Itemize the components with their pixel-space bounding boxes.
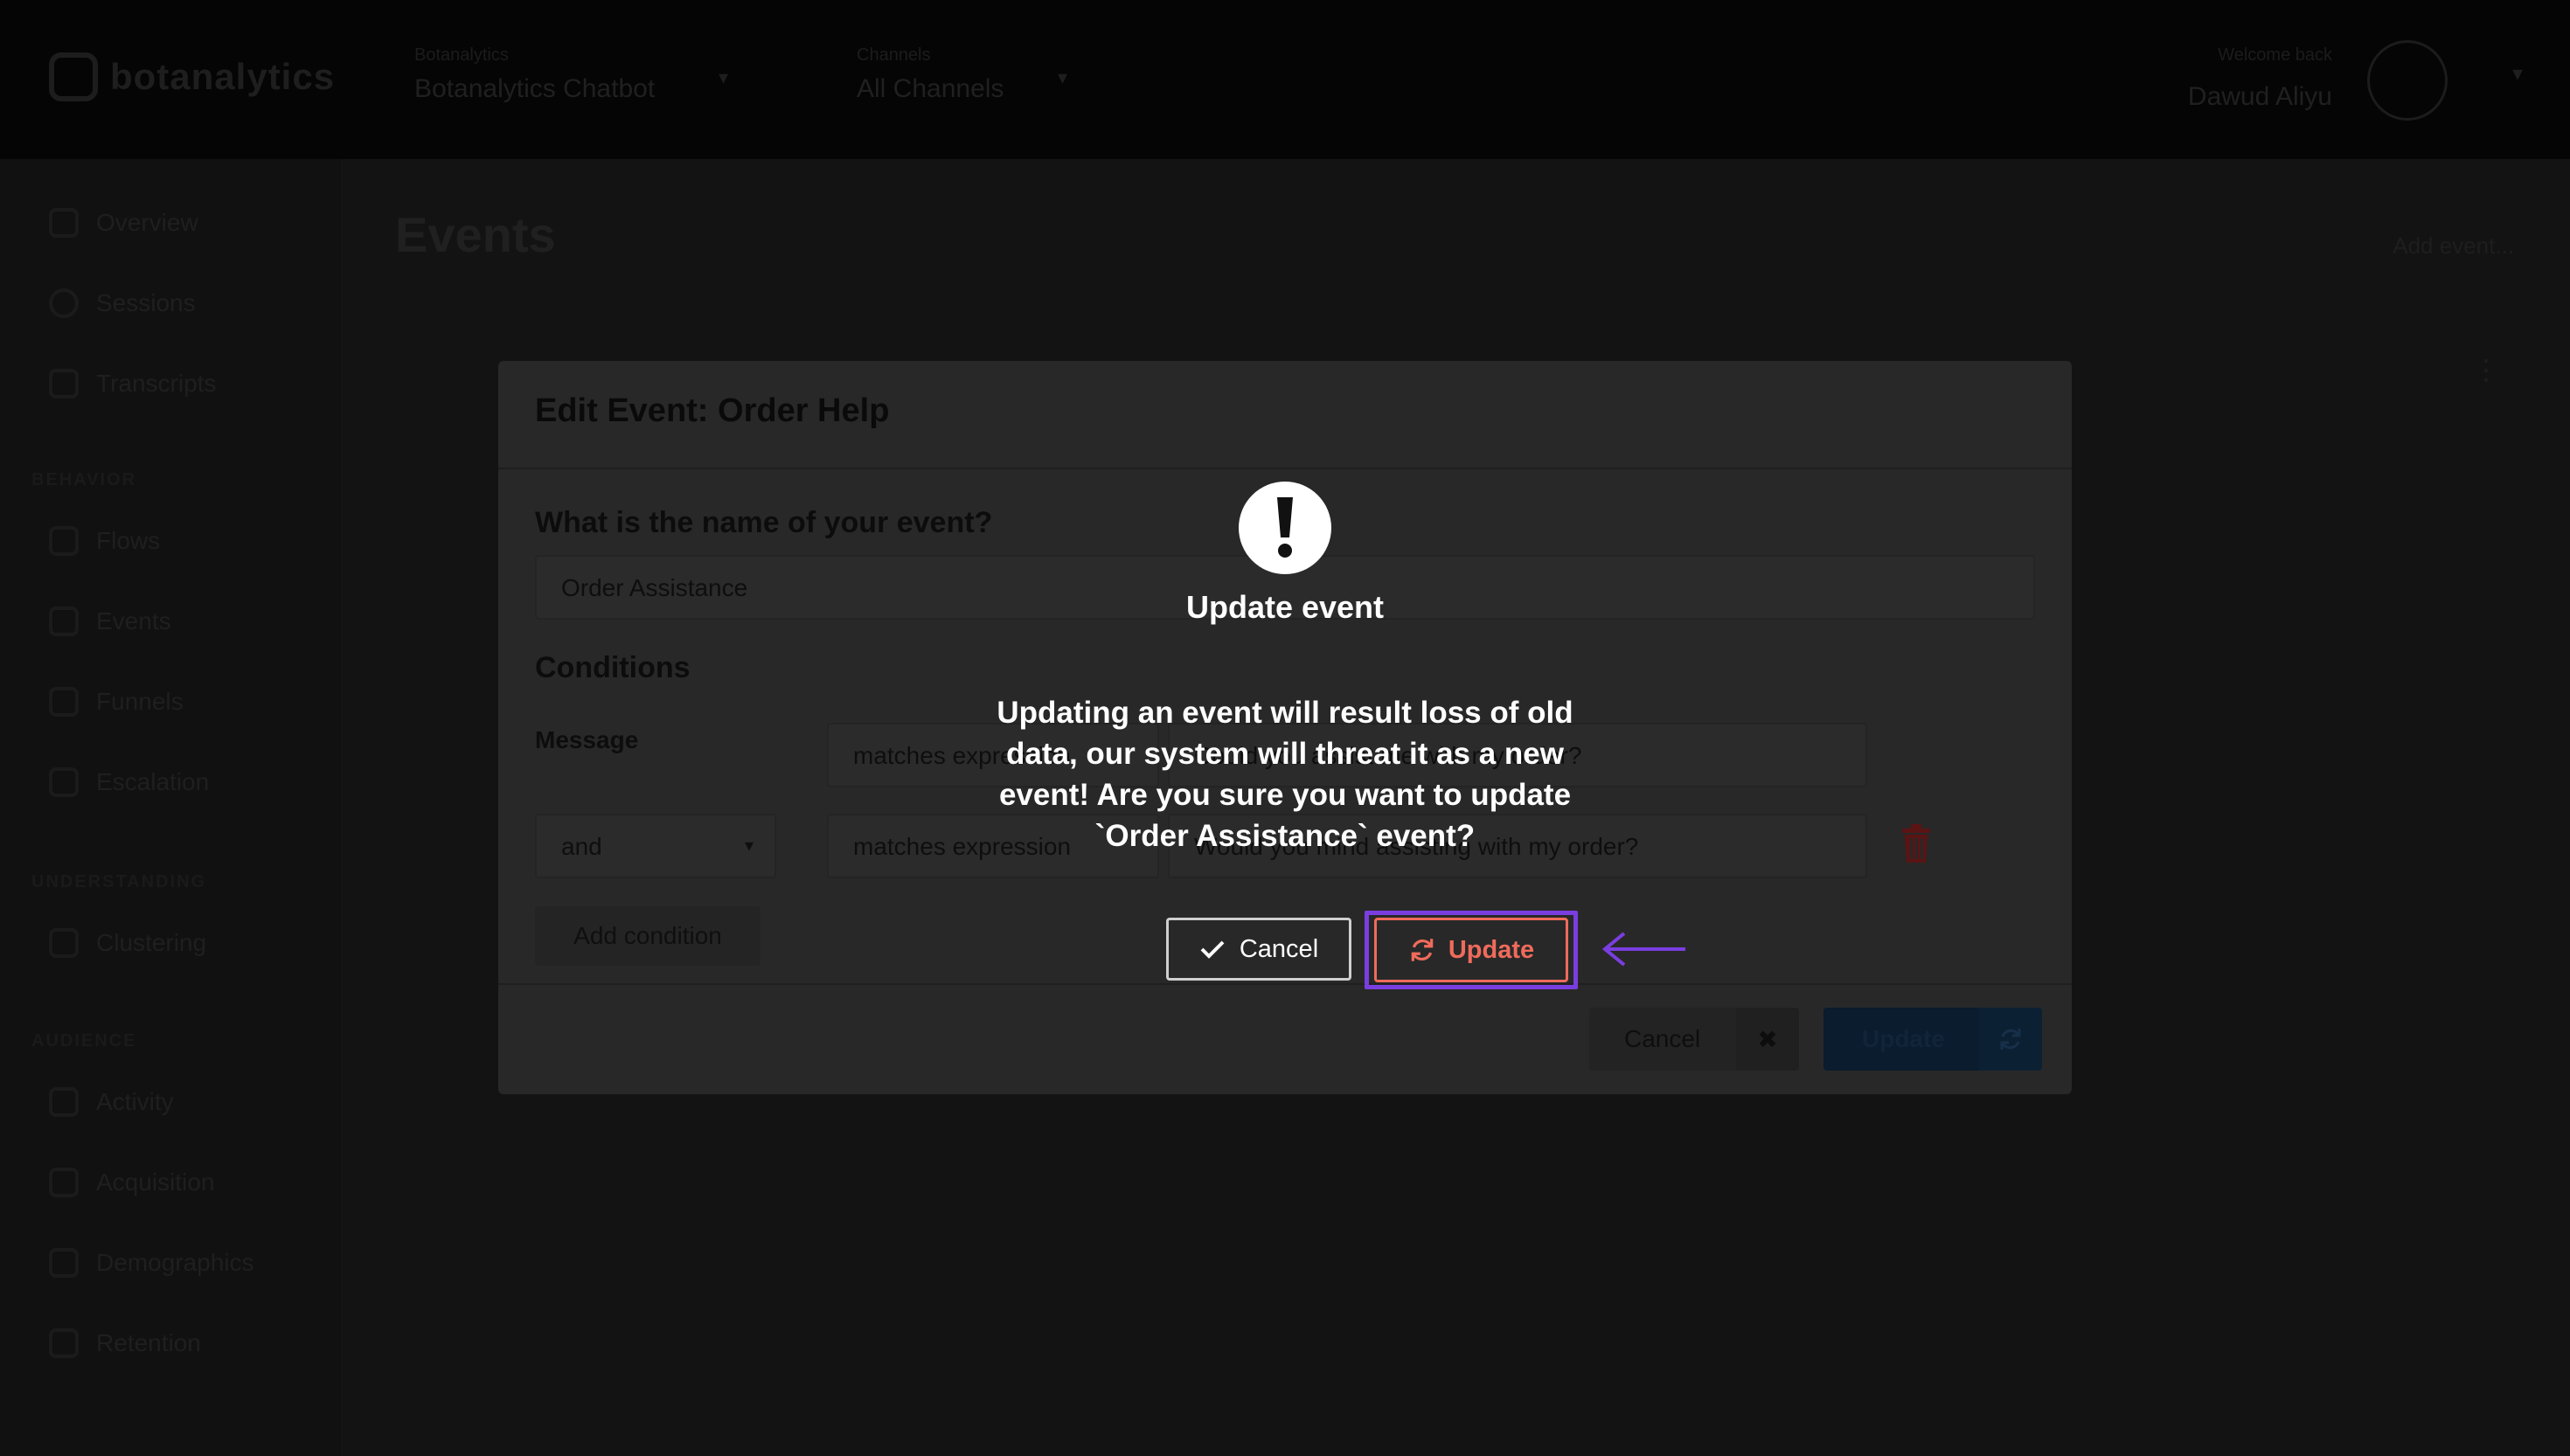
trash-icon[interactable] xyxy=(1900,824,1932,863)
sidebar-item-label: Transcripts xyxy=(96,370,217,397)
condition-connector-select[interactable]: and ▾ xyxy=(535,814,776,878)
channel-selector-value: All Channels xyxy=(857,74,1004,103)
sidebar-item-label: Sessions xyxy=(96,289,196,316)
sidebar-item-acquisition[interactable]: Acquisition xyxy=(49,1168,214,1197)
chevron-down-icon: ▾ xyxy=(744,836,754,856)
sidebar: Overview Sessions Transcripts BEHAVIOR F… xyxy=(0,159,343,1456)
bot-selector-value: Botanalytics Chatbot xyxy=(414,74,656,103)
edit-modal-footer-divider xyxy=(498,983,2072,985)
sidebar-section-behavior: BEHAVIOR xyxy=(31,470,137,489)
sidebar-item-label: Retention xyxy=(96,1329,201,1356)
dashboard-icon xyxy=(49,208,79,238)
sidebar-item-label: Escalation xyxy=(96,768,210,795)
sidebar-item-retention[interactable]: Retention xyxy=(49,1328,201,1358)
page-title: Events xyxy=(395,207,556,262)
exclamation-icon xyxy=(1239,482,1331,574)
sidebar-item-label: Overview xyxy=(96,209,198,236)
acquisition-icon xyxy=(49,1168,79,1197)
sidebar-section-audience: AUDIENCE xyxy=(31,1031,137,1050)
top-bar: botanalytics Botanalytics Botanalytics C… xyxy=(0,0,2570,159)
retention-icon xyxy=(49,1328,79,1358)
checkmark-icon xyxy=(1200,940,1225,959)
confirm-cancel-button[interactable]: Cancel xyxy=(1166,918,1351,981)
sidebar-item-label: Clustering xyxy=(96,929,207,956)
logo-text: botanalytics xyxy=(110,56,336,97)
clock-icon xyxy=(49,288,79,318)
chevron-down-icon[interactable]: ▾ xyxy=(1058,66,1067,89)
confirm-dialog-title: Update event xyxy=(1185,589,1385,625)
cluster-icon xyxy=(49,928,79,958)
chevron-down-icon[interactable]: ▾ xyxy=(2512,61,2523,87)
demographics-icon xyxy=(49,1248,79,1278)
sidebar-item-clustering[interactable]: Clustering xyxy=(49,928,206,958)
confirm-cancel-label: Cancel xyxy=(1239,934,1319,963)
logo[interactable]: botanalytics xyxy=(49,52,335,101)
confirm-update-label: Update xyxy=(1448,935,1535,964)
edit-modal-title: Edit Event: Order Help xyxy=(535,392,890,429)
modal-cancel-button[interactable]: Cancel ✖ xyxy=(1589,1008,1799,1071)
channel-selector-label: Channels xyxy=(857,45,931,65)
sidebar-item-label: Funnels xyxy=(96,688,184,715)
sidebar-item-label: Demographics xyxy=(96,1249,254,1276)
user-greeting: Welcome back xyxy=(2218,45,2332,65)
sidebar-item-demographics[interactable]: Demographics xyxy=(49,1248,254,1278)
edit-modal-header: Edit Event: Order Help xyxy=(498,361,2072,469)
avatar[interactable] xyxy=(2367,40,2448,121)
sidebar-item-overview[interactable]: Overview xyxy=(49,208,198,238)
channel-selector[interactable]: Channels All Channels xyxy=(857,45,1004,104)
sidebar-item-flows[interactable]: Flows xyxy=(49,526,160,556)
chat-icon xyxy=(49,369,79,399)
condition-subject-label: Message xyxy=(535,726,639,753)
close-icon: ✖ xyxy=(1736,1008,1799,1071)
add-condition-button[interactable]: Add condition xyxy=(535,906,761,966)
sidebar-item-events[interactable]: Events xyxy=(49,607,171,636)
sidebar-item-activity[interactable]: Activity xyxy=(49,1087,174,1117)
activity-icon xyxy=(49,1087,79,1117)
modal-cancel-label: Cancel xyxy=(1624,1025,1701,1052)
condition-connector-value: and xyxy=(561,833,602,860)
sidebar-item-label: Flows xyxy=(96,527,161,554)
more-options-icon[interactable]: ⋮ xyxy=(2472,353,2500,386)
sidebar-section-understanding: UNDERSTANDING xyxy=(31,872,207,891)
sidebar-item-sessions[interactable]: Sessions xyxy=(49,288,196,318)
bot-selector-label: Botanalytics xyxy=(414,45,509,65)
refresh-icon xyxy=(1411,939,1434,961)
sidebar-item-label: Activity xyxy=(96,1088,174,1115)
sidebar-item-transcripts[interactable]: Transcripts xyxy=(49,369,216,399)
add-event-button[interactable]: Add event... xyxy=(2393,232,2514,260)
event-name-label: What is the name of your event? xyxy=(535,506,993,539)
sidebar-item-funnels[interactable]: Funnels xyxy=(49,687,184,717)
chevron-down-icon[interactable]: ▾ xyxy=(719,66,728,89)
modal-update-button[interactable]: Update xyxy=(1823,1008,2042,1071)
sidebar-item-label: Acquisition xyxy=(96,1168,215,1196)
confirm-dialog-message: Updating an event will result loss of ol… xyxy=(997,696,1573,853)
bot-selector[interactable]: Botanalytics Botanalytics Chatbot xyxy=(414,45,655,104)
sidebar-item-escalation[interactable]: Escalation xyxy=(49,767,209,797)
arrow-left-icon xyxy=(1601,932,1685,967)
botanalytics-logo-icon xyxy=(49,52,98,101)
escalation-icon xyxy=(49,767,79,797)
flow-icon xyxy=(49,526,79,556)
funnel-icon xyxy=(49,687,79,717)
confirm-update-button[interactable]: Update xyxy=(1374,918,1568,982)
modal-update-label: Update xyxy=(1862,1025,1945,1052)
sidebar-item-label: Events xyxy=(96,607,171,634)
refresh-icon xyxy=(1979,1008,2042,1071)
bolt-icon xyxy=(49,607,79,636)
user-name: Dawud Aliyu xyxy=(2187,82,2332,111)
conditions-heading: Conditions xyxy=(535,651,691,684)
